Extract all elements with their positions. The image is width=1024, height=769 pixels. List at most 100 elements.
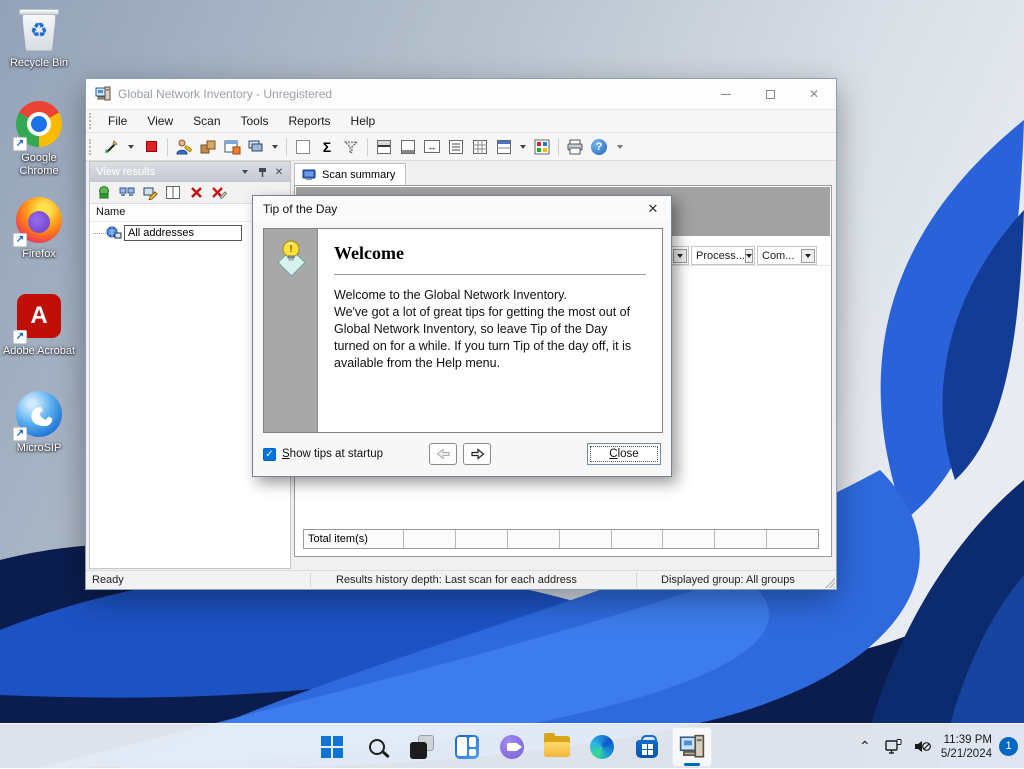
tip-heading: Welcome <box>334 243 646 264</box>
network-icon[interactable] <box>883 732 905 762</box>
tip-of-the-day-dialog: Tip of the Day ✕ ! Welcome Welcome to th… <box>252 195 672 477</box>
menu-file[interactable]: File <box>98 111 137 131</box>
toolbar-overflow-button[interactable] <box>614 136 626 158</box>
grid-column-header[interactable]: Com... <box>757 246 817 265</box>
all-addresses-label[interactable]: All addresses <box>124 225 242 241</box>
columns-button[interactable] <box>164 185 182 201</box>
previous-tip-button[interactable] <box>429 443 457 465</box>
menu-help[interactable]: Help <box>341 111 386 131</box>
table-view-button[interactable] <box>469 136 491 158</box>
edge-icon <box>590 735 614 759</box>
filter-button[interactable] <box>340 136 362 158</box>
clock[interactable]: 11:39 PM 5/21/2024 <box>941 733 992 761</box>
panel-menu-dropdown-icon[interactable] <box>238 165 252 179</box>
summary-sigma-button[interactable]: Σ <box>316 136 338 158</box>
stop-scan-button[interactable] <box>140 136 162 158</box>
task-view-icon <box>410 735 434 759</box>
delete-results-button[interactable] <box>210 185 228 201</box>
task-view-button[interactable] <box>402 727 442 767</box>
edit-address-button[interactable] <box>141 185 159 201</box>
maximize-button[interactable] <box>748 79 792 109</box>
user-credentials-button[interactable] <box>173 136 195 158</box>
status-ready: Ready <box>92 574 124 586</box>
chrome-icon: ↗ <box>15 101 63 149</box>
dialog-close-icon[interactable]: ✕ <box>643 199 663 219</box>
addresses-group-button[interactable] <box>118 185 136 201</box>
menu-reports[interactable]: Reports <box>279 111 341 131</box>
panel-pin-icon[interactable] <box>255 165 269 179</box>
app-icon <box>95 86 111 102</box>
tip-content-frame: ! Welcome Welcome to the Global Network … <box>263 228 663 433</box>
desktop-icon-microsip[interactable]: ↗ MicroSIP <box>2 390 76 455</box>
toolbar: Σ ↔ ? <box>86 133 836 161</box>
column-filter-dropdown[interactable] <box>801 249 815 263</box>
menu-tools[interactable]: Tools <box>231 111 279 131</box>
bottom-panel-button[interactable] <box>397 136 419 158</box>
table-style-button[interactable] <box>493 136 515 158</box>
add-address-button[interactable] <box>95 185 113 201</box>
recycle-symbol: ♻ <box>19 18 59 44</box>
customize-columns-button[interactable] <box>531 136 553 158</box>
menu-view[interactable]: View <box>137 111 183 131</box>
desktop-icon-recycle-bin[interactable]: ♻ Recycle Bin <box>2 6 76 70</box>
fit-width-button[interactable]: ↔ <box>421 136 443 158</box>
notification-badge[interactable]: 1 <box>999 737 1018 756</box>
help-button[interactable]: ? <box>588 136 610 158</box>
desktop-icon-google-chrome[interactable]: ↗ Google Chrome <box>2 100 76 178</box>
volume-muted-icon[interactable] <box>912 732 934 762</box>
edge-button[interactable] <box>582 727 622 767</box>
resize-grip[interactable] <box>825 578 835 588</box>
gni-taskbar-button[interactable] <box>672 727 712 767</box>
minimize-button[interactable] <box>704 79 748 109</box>
show-tips-checkbox[interactable]: ✓ <box>263 448 276 461</box>
inventory-packages-button[interactable] <box>197 136 219 158</box>
dialog-close-button[interactable]: Close <box>587 443 661 465</box>
new-window-button[interactable] <box>221 136 243 158</box>
title-bar[interactable]: Global Network Inventory - Unregistered … <box>86 79 836 109</box>
tab-scan-summary[interactable]: Scan summary <box>294 163 406 185</box>
menu-bar: File View Scan Tools Reports Help <box>86 109 836 133</box>
windows-logo-icon <box>321 736 343 758</box>
status-separator <box>310 573 311 587</box>
dialog-title-bar[interactable]: Tip of the Day ✕ <box>253 196 671 222</box>
icon-label: Firefox <box>2 248 76 261</box>
tray-overflow-chevron-icon[interactable]: ⌃ <box>854 732 876 762</box>
details-view-button[interactable] <box>445 136 467 158</box>
show-tips-label[interactable]: Show tips at startup <box>282 448 383 460</box>
start-button[interactable] <box>312 727 352 767</box>
lightbulb-icon: ! <box>274 239 308 277</box>
next-tip-button[interactable] <box>463 443 491 465</box>
computers-view-button[interactable] <box>245 136 267 158</box>
panel-close-icon[interactable]: ✕ <box>272 165 286 179</box>
grid-borders-button[interactable] <box>292 136 314 158</box>
file-explorer-button[interactable] <box>537 727 577 767</box>
totals-cell <box>767 530 818 548</box>
chat-button[interactable] <box>492 727 532 767</box>
search-button[interactable] <box>357 727 397 767</box>
grid-column-header[interactable]: Process... <box>691 246 755 265</box>
table-style-dropdown[interactable] <box>517 136 529 158</box>
tree-connector <box>93 233 106 234</box>
shortcut-arrow-icon: ↗ <box>13 330 27 344</box>
column-filter-dropdown[interactable] <box>745 249 753 263</box>
microsip-icon: ↗ <box>15 391 63 439</box>
delete-address-button[interactable] <box>187 185 205 201</box>
desktop-icon-firefox[interactable]: ↗ Firefox <box>2 196 76 261</box>
print-button[interactable] <box>564 136 586 158</box>
menu-scan[interactable]: Scan <box>183 111 230 131</box>
widgets-button[interactable] <box>447 727 487 767</box>
computers-view-dropdown[interactable] <box>269 136 281 158</box>
panel-header[interactable]: View results ✕ <box>90 162 290 182</box>
close-button[interactable]: ✕ <box>792 79 836 109</box>
totals-cell <box>715 530 767 548</box>
desktop-icon-adobe-acrobat[interactable]: A ↗ Adobe Acrobat <box>2 292 76 358</box>
icon-label: Recycle Bin <box>2 57 76 70</box>
store-button[interactable] <box>627 727 667 767</box>
split-horizontal-button[interactable] <box>373 136 395 158</box>
scan-options-dropdown[interactable] <box>124 136 138 158</box>
icon-label: Adobe Acrobat <box>2 345 76 358</box>
column-filter-dropdown[interactable] <box>673 249 687 263</box>
firefox-icon: ↗ <box>15 197 63 245</box>
tip-text-line1: Welcome to the Global Network Inventory. <box>334 287 646 304</box>
scan-wizard-button[interactable] <box>100 136 122 158</box>
